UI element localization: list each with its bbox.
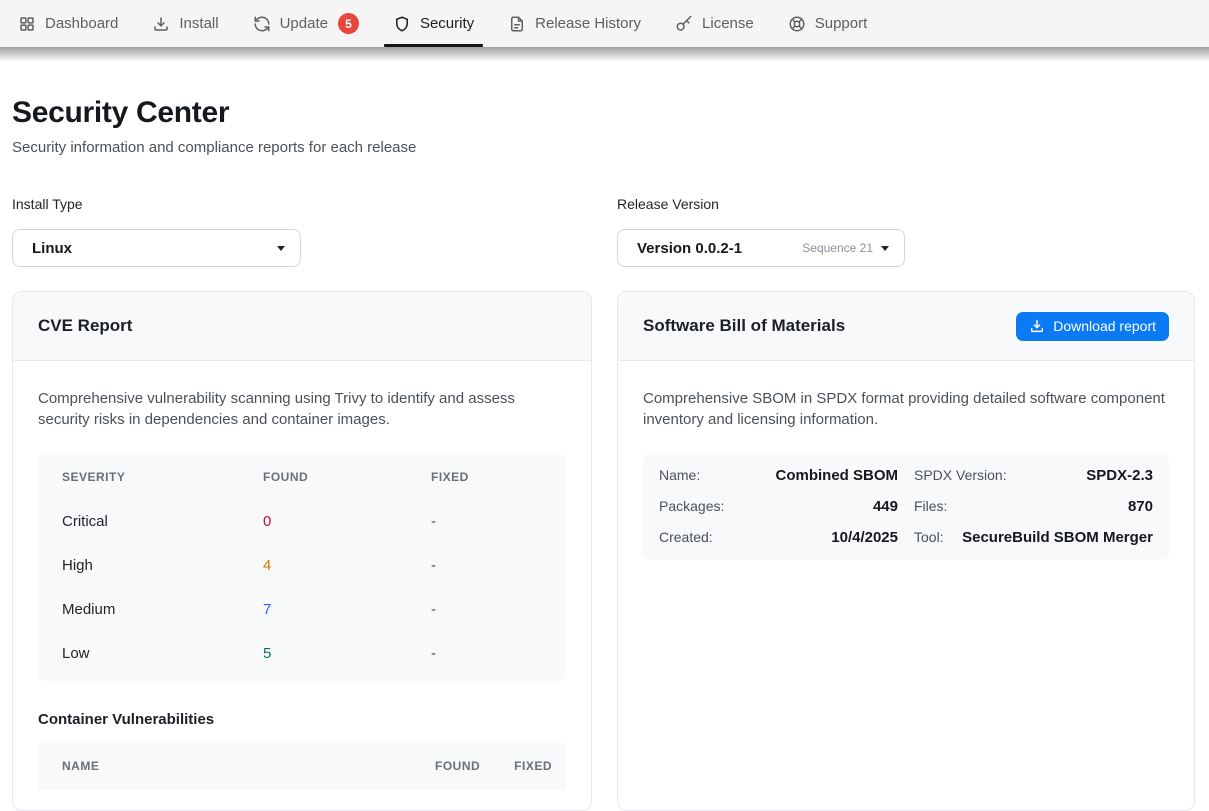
fixed-count: -	[431, 513, 542, 530]
nav-label: Install	[179, 15, 218, 32]
sbom-card-header: Software Bill of Materials Download repo…	[618, 292, 1194, 361]
detail-value: SecureBuild SBOM Merger	[954, 529, 1153, 546]
col-found: FOUND	[435, 759, 480, 773]
col-name: NAME	[62, 759, 435, 773]
top-nav: Dashboard Install Update 5 Security Rele…	[0, 0, 1209, 47]
found-count: 7	[263, 601, 431, 618]
life-buoy-icon	[788, 15, 806, 33]
sequence-badge: Sequence 21	[802, 241, 873, 255]
nav-label: Release History	[535, 15, 641, 32]
nav-label: Update	[280, 15, 328, 32]
table-row: Medium 7 -	[38, 587, 566, 631]
sbom-card-body: Comprehensive SBOM in SPDX format provid…	[618, 361, 1194, 587]
document-icon	[508, 15, 526, 33]
nav-item-release-history[interactable]: Release History	[508, 0, 641, 47]
severity-label: Low	[62, 645, 263, 662]
found-count: 5	[263, 645, 431, 662]
detail-value: SPDX-2.3	[1017, 467, 1153, 484]
install-type-group: Install Type Linux	[12, 196, 301, 267]
detail-value: 10/4/2025	[723, 529, 898, 546]
install-icon	[152, 15, 170, 33]
release-version-select[interactable]: Version 0.0.2-1 Sequence 21	[617, 229, 905, 267]
nav-scroll-shadow	[0, 47, 1209, 62]
container-vulnerabilities-table-header: NAME FOUND FIXED	[38, 741, 566, 790]
found-count: 0	[263, 513, 431, 530]
sbom-detail-tool: Tool: SecureBuild SBOM Merger	[914, 529, 1153, 546]
severity-label: Critical	[62, 513, 263, 530]
detail-value: 870	[957, 498, 1153, 515]
nav-item-support[interactable]: Support	[788, 0, 868, 47]
download-icon	[1029, 318, 1045, 334]
found-count: 4	[263, 557, 431, 574]
severity-label: Medium	[62, 601, 263, 618]
detail-label: Tool:	[914, 529, 944, 545]
cve-description: Comprehensive vulnerability scanning usi…	[38, 388, 566, 430]
download-report-label: Download report	[1053, 318, 1156, 334]
fixed-count: -	[431, 645, 542, 662]
nav-item-security[interactable]: Security	[393, 0, 474, 47]
nav-label: Support	[815, 15, 868, 32]
nav-label: License	[702, 15, 754, 32]
cards-row: CVE Report Comprehensive vulnerability s…	[12, 291, 1197, 811]
severity-label: High	[62, 557, 263, 574]
nav-item-update[interactable]: Update 5	[253, 0, 359, 47]
install-type-value: Linux	[32, 240, 72, 257]
col-fixed: FIXED	[431, 470, 542, 484]
detail-value: Combined SBOM	[710, 467, 898, 484]
table-row: High 4 -	[38, 543, 566, 587]
install-type-select[interactable]: Linux	[12, 229, 301, 267]
cve-card-title: CVE Report	[38, 316, 132, 336]
update-refresh-icon	[253, 15, 271, 33]
sbom-detail-files: Files: 870	[914, 498, 1153, 515]
shield-icon	[393, 15, 411, 33]
detail-label: Name:	[659, 467, 700, 483]
sbom-detail-created: Created: 10/4/2025	[659, 529, 898, 546]
page-subtitle: Security information and compliance repo…	[12, 140, 1197, 156]
chevron-down-icon	[277, 246, 285, 251]
sbom-detail-name: Name: Combined SBOM	[659, 467, 898, 484]
col-severity: SEVERITY	[62, 470, 263, 484]
detail-value: 449	[734, 498, 898, 515]
cve-card-header: CVE Report	[13, 292, 591, 361]
cve-card-body: Comprehensive vulnerability scanning usi…	[13, 361, 591, 811]
nav-label: Dashboard	[45, 15, 118, 32]
nav-label: Security	[420, 15, 474, 32]
update-count-badge: 5	[338, 13, 359, 34]
fixed-count: -	[431, 601, 542, 618]
release-version-group: Release Version Version 0.0.2-1 Sequence…	[617, 196, 905, 267]
sbom-detail-packages: Packages: 449	[659, 498, 898, 515]
col-found: FOUND	[263, 470, 431, 484]
nav-item-license[interactable]: License	[675, 0, 754, 47]
detail-label: Created:	[659, 529, 713, 545]
page-title: Security Center	[12, 95, 1197, 130]
nav-item-dashboard[interactable]: Dashboard	[18, 0, 118, 47]
dashboard-icon	[18, 15, 36, 33]
sbom-card-title: Software Bill of Materials	[643, 316, 845, 336]
col-fixed: FIXED	[514, 759, 552, 773]
table-row: Low 5 -	[38, 631, 566, 675]
key-icon	[675, 15, 693, 33]
main-content: Security Center Security information and…	[0, 95, 1209, 811]
filters-row: Install Type Linux Release Version Versi…	[12, 196, 1197, 267]
detail-label: Files:	[914, 498, 947, 514]
fixed-count: -	[431, 557, 542, 574]
release-version-value: Version 0.0.2-1	[637, 240, 742, 257]
cve-report-card: CVE Report Comprehensive vulnerability s…	[12, 291, 592, 811]
sbom-detail-spdx-version: SPDX Version: SPDX-2.3	[914, 467, 1153, 484]
detail-label: SPDX Version:	[914, 467, 1007, 483]
release-version-label: Release Version	[617, 196, 905, 213]
table-row: Critical 0 -	[38, 499, 566, 543]
severity-table: SEVERITY FOUND FIXED Critical 0 - High 4…	[38, 453, 566, 681]
sbom-card: Software Bill of Materials Download repo…	[617, 291, 1195, 811]
install-type-label: Install Type	[12, 196, 301, 213]
sbom-details-grid: Name: Combined SBOM SPDX Version: SPDX-2…	[643, 453, 1169, 560]
detail-label: Packages:	[659, 498, 724, 514]
chevron-down-icon	[881, 246, 889, 251]
sbom-description: Comprehensive SBOM in SPDX format provid…	[643, 388, 1169, 430]
container-vulnerabilities-title: Container Vulnerabilities	[38, 711, 566, 729]
nav-item-install[interactable]: Install	[152, 0, 218, 47]
download-report-button[interactable]: Download report	[1016, 312, 1169, 341]
severity-table-header: SEVERITY FOUND FIXED	[38, 455, 566, 499]
